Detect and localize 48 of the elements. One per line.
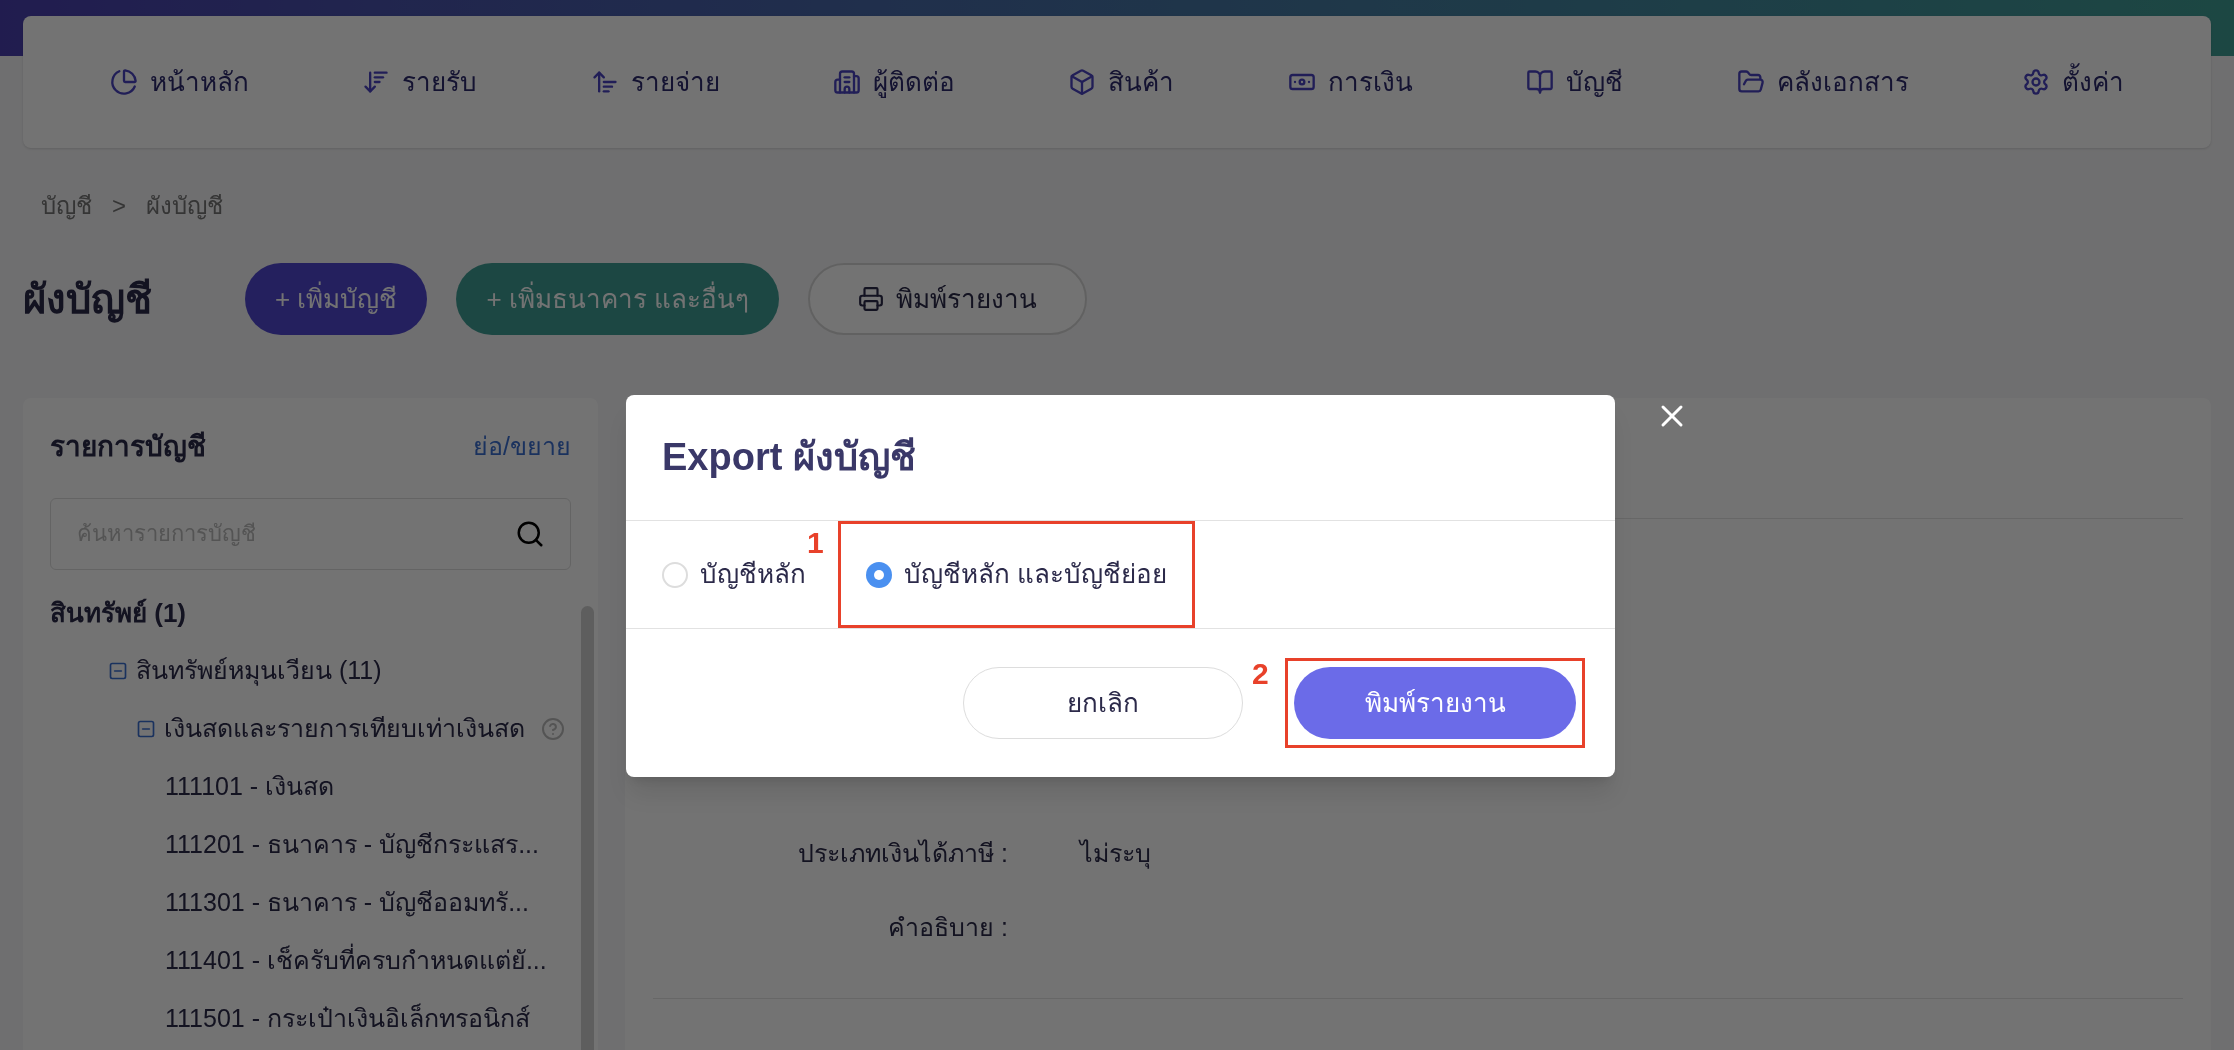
nav-item[interactable]: รายจ่าย [590, 62, 720, 102]
nav-item[interactable]: สินค้า [1068, 62, 1175, 102]
nav-item[interactable]: บัญชี [1526, 62, 1624, 102]
field-label: คำอธิบาย : [887, 912, 1008, 944]
print-report-button[interactable]: พิมพ์รายงาน [1294, 667, 1576, 739]
radio-button[interactable] [866, 561, 892, 588]
dialog-title: Export ผังบัญชี [662, 435, 916, 481]
tree-item[interactable]: 111201 - ธนาคาร - บัญชีกระแสร... [165, 826, 539, 864]
nav-item[interactable]: การเงิน [1287, 62, 1413, 102]
panel-title: รายการบัญชี [50, 430, 206, 465]
field-value: ไม่ระบุ [1080, 838, 1151, 871]
printer-icon [858, 286, 885, 312]
annotation-number: 2 [1252, 656, 1269, 692]
chart-icon [109, 68, 138, 96]
radio-option[interactable]: บัญชีหลัก และบัญชีย่อย [866, 555, 1168, 594]
settings-icon [2022, 68, 2051, 96]
add-button[interactable]: + เพิ่มบัญชี [245, 263, 428, 335]
tree-item[interactable]: สินทรัพย์ (1) [50, 593, 186, 633]
tree-item[interactable]: 111501 - กระเป๋าเงินอิเล็กทรอนิกส์ [165, 1000, 530, 1038]
add-button[interactable]: + เพิ่มธนาคาร และอื่นๆ [456, 263, 780, 335]
help-icon[interactable] [541, 717, 565, 741]
nav-item[interactable]: หน้าหลัก [109, 62, 249, 102]
breadcrumb-separator: > [112, 191, 126, 221]
tree-item[interactable]: 111101 - เงินสด [165, 768, 335, 806]
print-report-button[interactable]: พิมพ์รายงาน [808, 263, 1088, 335]
cancel-button[interactable]: ยกเลิก [963, 667, 1243, 739]
nav-item[interactable]: คลังเอกสาร [1736, 62, 1909, 102]
field-label: ประเภทเงินได้ภาษี : [797, 838, 1008, 870]
radio-option[interactable]: บัญชีหลัก [662, 555, 806, 594]
nav-item[interactable]: ตั้งค่า [2022, 62, 2125, 102]
tree-item[interactable]: 111301 - ธนาคาร - บัญชีออมทรั... [165, 884, 529, 922]
nav-item[interactable]: ผู้ติดต่อ [833, 62, 956, 102]
collapse-icon[interactable] [108, 661, 128, 681]
annotation-number: 1 [807, 525, 824, 561]
collapse-icon[interactable] [136, 719, 156, 739]
box-icon [1068, 68, 1097, 96]
tree-item[interactable]: สินทรัพย์หมุนเวียน (11) [136, 652, 382, 690]
book-icon [1526, 68, 1555, 96]
search-icon[interactable] [515, 519, 545, 549]
breadcrumb-link[interactable]: บัญชี [41, 188, 92, 224]
tree-item[interactable]: 111401 - เช็ครับที่ครบกำหนดแต่ยั... [165, 942, 547, 980]
breadcrumb-current: ผังบัญชี [146, 191, 223, 222]
page-title: ผังบัญชี [23, 276, 153, 325]
nav-item[interactable]: รายรับ [362, 62, 478, 102]
collapse-expand-link[interactable]: ย่อ/ขยาย [473, 428, 571, 466]
radio-button[interactable] [662, 561, 688, 588]
building-icon [833, 68, 862, 96]
tree-item[interactable]: เงินสดและรายการเทียบเท่าเงินสด [164, 710, 525, 748]
